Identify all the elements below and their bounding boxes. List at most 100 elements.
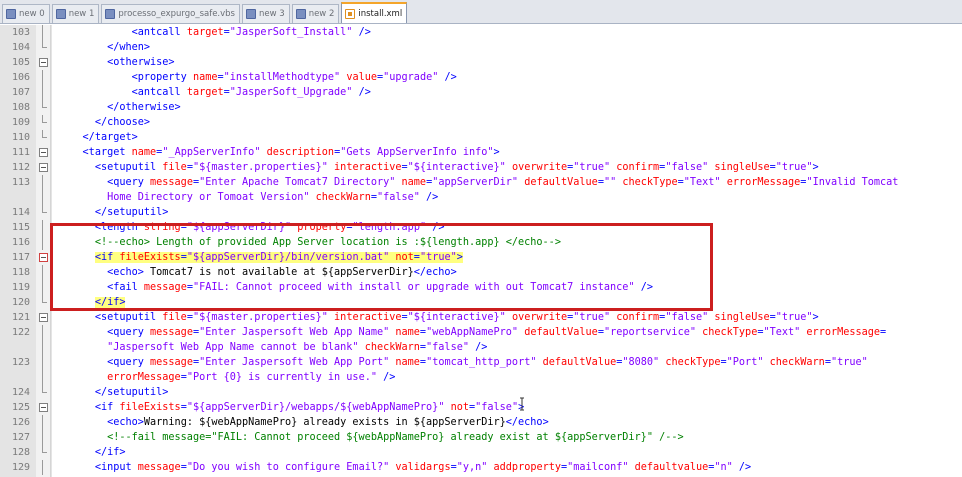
code-token: > [456,252,463,263]
code-token: errorMessage [107,372,181,383]
code-line[interactable]: 103 <antcall target="JasperSoft_Install"… [0,25,962,40]
code-line[interactable]: 106 <property name="installMethodtype" v… [0,70,962,85]
fold-line-icon [37,205,49,220]
code-line[interactable]: 119 <fail message="FAIL: Cannot proceed … [0,280,962,295]
code-token: </choose> [94,117,151,128]
tab-new-1[interactable]: new 1 [51,4,100,23]
xml-file-icon [345,8,356,19]
code-line[interactable]: 112 <setuputil file="${master.properties… [0,160,962,175]
code-line[interactable]: 105 <otherwise> [0,55,962,70]
tab-install-xml[interactable]: install.xml [341,2,408,23]
fold-toggle-icon[interactable] [37,145,49,160]
code-line[interactable]: 127 <!--fail message="FAIL: Cannot proce… [0,430,962,445]
code-line[interactable]: errorMessage="Port {0} is currently in u… [0,370,962,385]
line-number: 113 [11,177,30,188]
code-token: name [131,147,157,158]
code-line[interactable]: 123 <query message="Enter Jaspersoft Web… [0,355,962,370]
code-text: </setuputil> [58,385,169,400]
code-token: </setuputil> [94,207,169,218]
code-text: </otherwise> [58,100,181,115]
code-line[interactable]: 125 <if fileExists="${appServerDir}/weba… [0,400,962,415]
tab-label: new 3 [259,9,285,19]
code-token: Tomcat7 is not available at ${appServerD… [143,267,414,278]
code-line[interactable]: 107 <antcall target="JasperSoft_Upgrade"… [0,85,962,100]
code-text: <antcall target="JasperSoft_Install" /> [58,25,371,40]
code-token: "${appServerDir}/bin/version.bat" [186,252,390,263]
tab-new-2[interactable]: new 2 [291,4,340,23]
code-line[interactable]: 116 <!--echo> Length of provided App Ser… [0,235,962,250]
fold-toggle-icon[interactable] [37,400,49,415]
code-line[interactable]: 104 </when> [0,40,962,55]
code-line[interactable]: 110 </target> [0,130,962,145]
code-line[interactable]: 114 </setuputil> [0,205,962,220]
code-token: "${appServerDir}/webapps/${webAppNamePro… [186,402,445,413]
code-token: "true" [775,312,813,323]
code-token: Home Directory or Tomoat Version" [58,192,310,203]
code-line[interactable]: 120 </if> [0,295,962,310]
code-text: <input message="Do you wish to configure… [58,460,751,475]
code-token: "Text" [683,177,721,188]
code-line[interactable]: Home Directory or Tomoat Version" checkW… [0,190,962,205]
code-line[interactable]: 126 <echo>Warning: ${webAppNamePro} alre… [0,415,962,430]
code-token: confirm [616,162,660,173]
code-line[interactable]: 121 <setuputil file="${master.properties… [0,310,962,325]
fold-line-icon [37,265,49,280]
file-icon [295,9,306,19]
code-line[interactable]: 117 <if fileExists="${appServerDir}/bin/… [0,250,962,265]
code-line[interactable]: 111 <target name="_AppServerInfo" descri… [0,145,962,160]
code-token: message [150,327,193,338]
code-editor[interactable]: 103 <antcall target="JasperSoft_Install"… [0,25,962,477]
fold-toggle-icon[interactable] [37,250,49,265]
file-icon [6,9,16,19]
line-number: 119 [11,282,30,293]
code-token: <fail [107,282,144,293]
fold-line-icon [37,280,49,295]
code-line[interactable]: 108 </otherwise> [0,100,962,115]
code-line[interactable]: 109 </choose> [0,115,962,130]
fold-line-icon [37,385,49,400]
code-text: </setuputil> [58,205,169,220]
line-number: 117 [11,252,30,263]
code-token: message [150,357,193,368]
code-line[interactable]: "Jaspersoft Web App Name cannot be blank… [0,340,962,355]
code-token: <antcall [131,87,187,98]
fold-toggle-icon[interactable] [37,160,49,175]
code-token: "false" [665,162,709,173]
code-token: <query [107,357,151,368]
code-token: target [186,87,224,98]
code-text: <setuputil file="${master.properties}" i… [58,160,819,175]
code-token: property [297,222,347,233]
code-token: addproperty [493,462,561,473]
code-line[interactable]: 122 <query message = "Enter Jaspersoft Web… [0,325,962,340]
code-token: name [395,357,420,368]
code-token: "false" [426,342,469,353]
code-token: defaultValue [524,327,598,338]
code-token: "Enter Jaspersoft Web App Port" [199,357,390,368]
code-line[interactable]: 129 <input message="Do you wish to confi… [0,460,962,475]
tab-label: new 0 [19,9,45,19]
code-line[interactable]: 128 </if> [0,445,962,460]
code-token: <antcall [131,27,187,38]
code-token: <otherwise> [107,57,175,68]
tab-processo-expurgo-safe-vbs[interactable]: processo_expurgo_safe.vbs [101,4,240,23]
fold-line-icon [37,340,49,355]
code-token: <query [107,177,151,188]
code-line[interactable]: 124 </setuputil> [0,385,962,400]
code-token: name [192,72,218,83]
fold-toggle-icon[interactable] [37,310,49,325]
tab-new-0[interactable]: new 0 [2,4,50,23]
code-token: </otherwise> [107,102,181,113]
fold-line-icon [37,70,49,85]
code-line[interactable]: 118 <echo> Tomcat7 is not available at $… [0,265,962,280]
code-line[interactable]: 113 <query message="Enter Apache Tomcat7… [0,175,962,190]
fold-line-icon [37,100,49,115]
code-line[interactable]: 115 <length string="${appServerDir}" pro… [0,220,962,235]
code-text: <fail message="FAIL: Cannot proceed with… [58,280,653,295]
code-text: Home Directory or Tomoat Version" checkW… [58,190,438,205]
fold-toggle-icon[interactable] [37,55,49,70]
code-token: checkWarn [315,192,371,203]
file-icon [246,9,256,19]
tab-new-3[interactable]: new 3 [242,4,290,23]
